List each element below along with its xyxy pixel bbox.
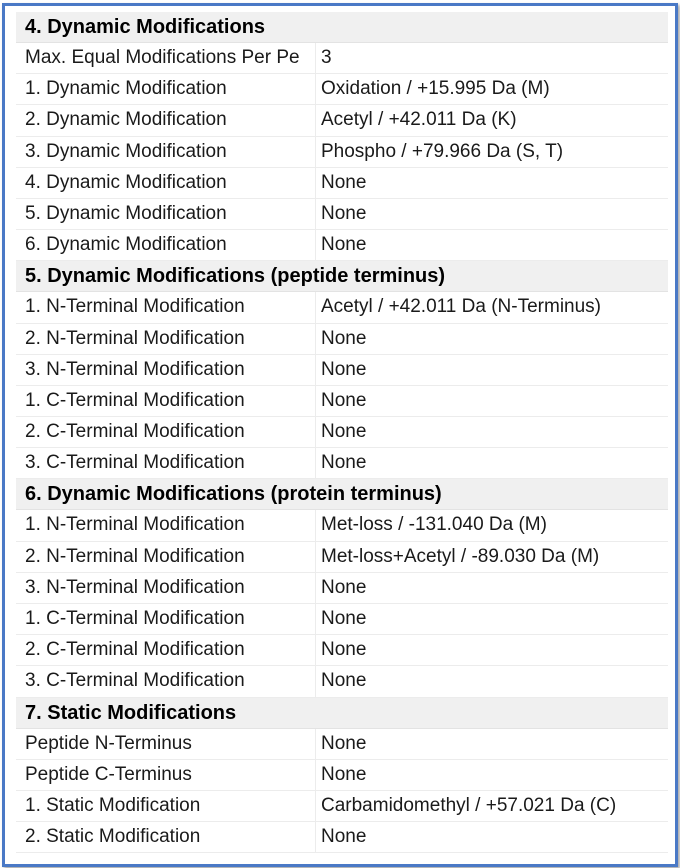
property-name: 1. N-Terminal Modification — [16, 292, 316, 323]
property-row[interactable]: 1. C-Terminal Modification None — [16, 604, 668, 636]
property-name: 5. Dynamic Modification — [16, 198, 316, 230]
property-row[interactable]: 5. Dynamic Modification None — [16, 198, 668, 231]
property-name: 6. Dynamic Modification — [16, 230, 316, 261]
property-name: 3. C-Terminal Modification — [16, 448, 316, 479]
property-name: 2. C-Terminal Modification — [16, 417, 316, 448]
property-row[interactable]: 6. Dynamic Modification None — [16, 230, 668, 262]
property-name: 2. Dynamic Modification — [16, 105, 316, 136]
property-row[interactable]: 3. N-Terminal Modification None — [16, 354, 668, 386]
property-name: 4. Dynamic Modification — [16, 167, 316, 198]
property-row[interactable]: 3. N-Terminal Modification None — [16, 572, 668, 604]
property-name: Peptide N-Terminus — [16, 728, 316, 759]
section-header[interactable]: 6. Dynamic Modifications (protein termin… — [16, 479, 668, 511]
property-row[interactable]: Max. Equal Modifications Per Pe 3 — [16, 43, 668, 75]
property-name: Max. Equal Modifications Per Pe — [16, 43, 316, 74]
property-value[interactable]: None — [316, 386, 668, 416]
property-row[interactable]: 2. Dynamic Modification Acetyl / +42.011 … — [16, 105, 668, 137]
property-row[interactable]: 1. Static Modification Carbamidomethyl / … — [16, 790, 668, 823]
property-value[interactable]: None — [316, 635, 668, 665]
property-value[interactable]: Carbamidomethyl / +57.021 Da (C) — [316, 791, 668, 821]
property-name: 3. Dynamic Modification — [16, 136, 316, 167]
property-value[interactable]: Acetyl / +42.011 Da (N-Terminus) — [316, 292, 668, 322]
property-value[interactable]: Oxidation / +15.995 Da (M) — [316, 74, 668, 104]
property-grid-frame: 4. Dynamic Modifications Max. Equal Modif… — [2, 3, 678, 867]
property-value[interactable]: None — [316, 355, 668, 385]
property-name: 3. N-Terminal Modification — [16, 572, 316, 603]
property-value[interactable]: None — [316, 448, 668, 478]
property-value[interactable]: None — [316, 573, 668, 603]
property-value[interactable]: None — [316, 760, 668, 790]
property-value[interactable]: Met-loss+Acetyl / -89.030 Da (M) — [316, 542, 668, 572]
property-value[interactable]: None — [316, 604, 668, 634]
property-name: 3. N-Terminal Modification — [16, 354, 316, 385]
section-header[interactable]: 4. Dynamic Modifications — [16, 12, 668, 43]
property-name: 1. C-Terminal Modification — [16, 604, 316, 635]
property-name: 1. N-Terminal Modification — [16, 510, 316, 541]
property-value[interactable]: None — [316, 822, 668, 852]
property-name: 1. Dynamic Modification — [16, 74, 316, 105]
property-name: 1. C-Terminal Modification — [16, 385, 316, 417]
property-value[interactable]: Met-loss / -131.040 Da (M) — [316, 510, 668, 540]
property-row[interactable]: 1. N-Terminal Modification Met-loss / -13… — [16, 510, 668, 542]
property-name: 2. Static Modification — [16, 822, 316, 853]
property-row[interactable]: 3. C-Terminal Modification None — [16, 666, 668, 698]
property-value[interactable]: None — [316, 729, 668, 759]
property-name: 2. C-Terminal Modification — [16, 635, 316, 666]
property-row[interactable]: 4. Dynamic Modification None — [16, 167, 668, 199]
property-name: 2. N-Terminal Modification — [16, 541, 316, 572]
property-row[interactable]: 1. N-Terminal Modification Acetyl / +42.0… — [16, 292, 668, 324]
property-name: 2. N-Terminal Modification — [16, 323, 316, 354]
property-row[interactable]: 3. C-Terminal Modification None — [16, 448, 668, 480]
property-row[interactable]: Peptide N-Terminus None — [16, 728, 668, 760]
property-value[interactable]: Phospho / +79.966 Da (S, T) — [316, 137, 668, 167]
property-value[interactable]: None — [316, 199, 668, 229]
property-value[interactable]: Acetyl / +42.011 Da (K) — [316, 105, 668, 135]
property-row[interactable]: 2. N-Terminal Modification None — [16, 323, 668, 355]
property-value[interactable]: None — [316, 666, 668, 696]
property-row[interactable]: 2. C-Terminal Modification None — [16, 417, 668, 449]
property-row[interactable]: 2. N-Terminal Modification Met-loss+Acety… — [16, 541, 668, 573]
property-row[interactable]: 1. Dynamic Modification Oxidation / +15.9… — [16, 74, 668, 106]
property-grid: 4. Dynamic Modifications Max. Equal Modif… — [16, 12, 668, 854]
property-name: 1. Static Modification — [16, 790, 316, 822]
section-header[interactable]: 5. Dynamic Modifications (peptide termin… — [16, 261, 668, 293]
property-value[interactable]: 3 — [316, 43, 668, 73]
property-row[interactable]: 3. Dynamic Modification Phospho / +79.966… — [16, 136, 668, 168]
property-name: Peptide C-Terminus — [16, 759, 316, 790]
property-value[interactable]: None — [316, 417, 668, 447]
property-row[interactable]: 1. C-Terminal Modification None — [16, 385, 668, 418]
property-value[interactable]: None — [316, 168, 668, 198]
property-row[interactable]: Peptide C-Terminus None — [16, 759, 668, 791]
property-row[interactable]: 2. C-Terminal Modification None — [16, 635, 668, 667]
property-value[interactable]: None — [316, 324, 668, 354]
property-row[interactable]: 2. Static Modification None — [16, 822, 668, 854]
section-header[interactable]: 7. Static Modifications — [16, 697, 668, 729]
property-name: 3. C-Terminal Modification — [16, 666, 316, 697]
property-value[interactable]: None — [316, 230, 668, 260]
